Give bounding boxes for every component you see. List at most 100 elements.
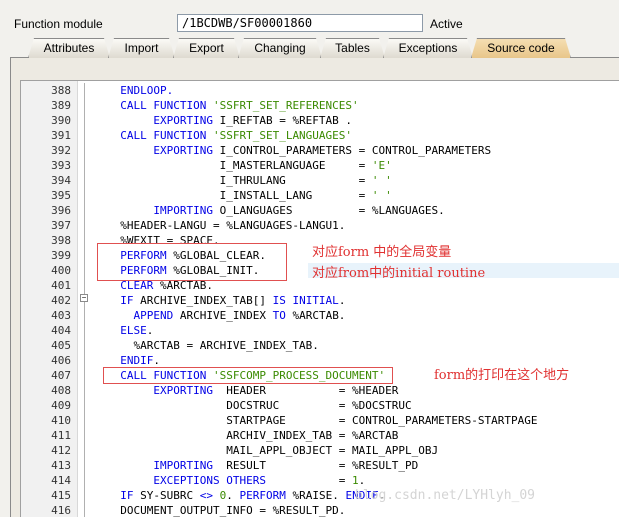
keyword-token: ELSE [107, 324, 147, 337]
code-line[interactable]: 411 ARCHIV_INDEX_TAB = %ARCTAB [21, 428, 619, 443]
code-token: I_REFTAB = %REFTAB . [219, 114, 353, 127]
string-token: 'SSFRT_SET_LANGUAGES' [212, 129, 353, 142]
line-number: 408 [51, 384, 71, 397]
keyword-token: IMPORTING [107, 459, 227, 472]
line-number: 396 [51, 204, 71, 217]
code-token: I_MASTERLANGUAGE = [107, 159, 372, 172]
code-line[interactable]: 393 I_MASTERLANGUAGE = 'E' [21, 158, 619, 173]
line-number: 395 [51, 189, 71, 202]
keyword-token: EXPORTING [107, 144, 220, 157]
code-line[interactable]: 408 EXPORTING HEADER = %HEADER [21, 383, 619, 398]
status-text: Active [430, 17, 463, 31]
keyword-token: IF [107, 294, 141, 307]
line-number: 402 [51, 294, 71, 307]
code-text: ARCHIV_INDEX_TAB = %ARCTAB [107, 428, 398, 443]
function-module-field[interactable]: /1BCDWB/SF00001860 [177, 14, 423, 32]
code-line[interactable]: 394 I_THRULANG = ' ' [21, 173, 619, 188]
code-token: I_INSTALL_LANG = [107, 189, 372, 202]
keyword-token: CALL FUNCTION [107, 99, 213, 112]
code-line[interactable]: 412 MAIL_APPL_OBJECT = MAIL_APPL_OBJ [21, 443, 619, 458]
line-number: 403 [51, 309, 71, 322]
code-text: ENDLOOP. [107, 83, 173, 98]
code-line[interactable]: 414 EXCEPTIONS OTHERS = 1. [21, 473, 619, 488]
code-token: I_CONTROL_PARAMETERS = CONTROL_PARAMETER… [219, 144, 492, 157]
code-text: I_MASTERLANGUAGE = 'E' [107, 158, 392, 173]
line-number: 414 [51, 474, 71, 487]
code-token: SY-SUBRC [140, 489, 200, 502]
source-code-editor[interactable]: − 388 ENDLOOP. 389 CALL FUNCTION 'SSFRT_S… [20, 80, 619, 517]
code-token: ARCHIVE_INDEX [179, 309, 273, 322]
line-number: 415 [51, 489, 71, 502]
code-line[interactable]: 392 EXPORTING I_CONTROL_PARAMETERS = CON… [21, 143, 619, 158]
code-line[interactable]: 404 ELSE. [21, 323, 619, 338]
code-text: DOCSTRUC = %DOCSTRUC [107, 398, 412, 413]
code-token: ARCHIVE_INDEX_TAB[] [140, 294, 273, 307]
code-line[interactable]: 403 APPEND ARCHIVE_INDEX TO %ARCTAB. [21, 308, 619, 323]
line-number: 404 [51, 324, 71, 337]
keyword-token: APPEND [107, 309, 180, 322]
watermark: blog.csdn.net/LYHlyh_09 [355, 488, 536, 503]
code-token: HEADER = %HEADER [226, 384, 399, 397]
tab-attributes[interactable]: Attributes [28, 38, 110, 58]
keyword-token: TO [272, 309, 293, 322]
keyword-token: PERFORM [239, 489, 293, 502]
tab-tables[interactable]: Tables [320, 38, 385, 58]
code-text: IF ARCHIVE_INDEX_TAB[] IS INITIAL. [107, 293, 345, 308]
tab-exceptions[interactable]: Exceptions [383, 38, 473, 58]
code-token: DOCUMENT_OUTPUT_INFO = %RESULT_PD. [107, 504, 346, 517]
code-line[interactable]: 409 DOCSTRUC = %DOCSTRUC [21, 398, 619, 413]
code-line[interactable]: 416 DOCUMENT_OUTPUT_INFO = %RESULT_PD. [21, 503, 619, 517]
code-line[interactable]: 390 EXPORTING I_REFTAB = %REFTAB . [21, 113, 619, 128]
code-line[interactable]: 389 CALL FUNCTION 'SSFRT_SET_REFERENCES' [21, 98, 619, 113]
keyword-token: <> [199, 489, 220, 502]
line-number: 390 [51, 114, 71, 127]
line-number: 398 [51, 234, 71, 247]
code-line[interactable]: 396 IMPORTING O_LANGUAGES = %LANGUAGES. [21, 203, 619, 218]
code-line[interactable]: 391 CALL FUNCTION 'SSFRT_SET_LANGUAGES' [21, 128, 619, 143]
annotation-print-here: form的打印在这个地方 [434, 368, 570, 383]
line-number: 405 [51, 339, 71, 352]
code-token: . [338, 294, 346, 307]
code-token: O_LANGUAGES = %LANGUAGES. [219, 204, 445, 217]
keyword-token: ENDLOOP. [107, 84, 174, 97]
code-text: MAIL_APPL_OBJECT = MAIL_APPL_OBJ [107, 443, 438, 458]
code-token: ARCHIV_INDEX_TAB = %ARCTAB [107, 429, 399, 442]
line-number: 409 [51, 399, 71, 412]
code-text: IMPORTING RESULT = %RESULT_PD [107, 458, 418, 473]
code-text: %HEADER-LANGU = %LANGUAGES-LANGU1. [107, 218, 345, 233]
code-token: STARTPAGE = CONTROL_PARAMETERS-STARTPAGE [107, 414, 538, 427]
code-line[interactable]: 397 %HEADER-LANGU = %LANGUAGES-LANGU1. [21, 218, 619, 233]
code-text: ENDIF. [107, 353, 160, 368]
string-token: 'SSFRT_SET_REFERENCES' [212, 99, 359, 112]
code-line[interactable]: 405 %ARCTAB = ARCHIVE_INDEX_TAB. [21, 338, 619, 353]
code-line[interactable]: 388 ENDLOOP. [21, 83, 619, 98]
line-number: 394 [51, 174, 71, 187]
code-token: . [153, 354, 160, 367]
code-line[interactable]: 413 IMPORTING RESULT = %RESULT_PD [21, 458, 619, 473]
keyword-token: CALL FUNCTION [107, 129, 213, 142]
line-number: 400 [51, 264, 71, 277]
line-number: 392 [51, 144, 71, 157]
code-text: EXPORTING I_REFTAB = %REFTAB . [107, 113, 352, 128]
code-text: DOCUMENT_OUTPUT_INFO = %RESULT_PD. [107, 503, 345, 517]
tab-source-code[interactable]: Source code [471, 38, 571, 58]
code-token: . [226, 489, 240, 502]
code-token: = [338, 474, 353, 487]
code-text: %ARCTAB = ARCHIVE_INDEX_TAB. [107, 338, 318, 353]
line-number: 407 [51, 369, 71, 382]
code-text: EXPORTING I_CONTROL_PARAMETERS = CONTROL… [107, 143, 491, 158]
code-line[interactable]: 402 IF ARCHIVE_INDEX_TAB[] IS INITIAL. [21, 293, 619, 308]
function-module-label: Function module [14, 17, 103, 31]
line-number: 399 [51, 249, 71, 262]
tab-import[interactable]: Import [108, 38, 175, 58]
code-text: CALL FUNCTION 'SSFRT_SET_LANGUAGES' [107, 128, 352, 143]
line-number: 410 [51, 414, 71, 427]
keyword-token: EXPORTING [107, 384, 227, 397]
line-number: 412 [51, 444, 71, 457]
tab-export[interactable]: Export [173, 38, 240, 58]
code-line[interactable]: 395 I_INSTALL_LANG = ' ' [21, 188, 619, 203]
tab-changing[interactable]: Changing [238, 38, 322, 58]
line-number: 397 [51, 219, 71, 232]
code-line[interactable]: 410 STARTPAGE = CONTROL_PARAMETERS-START… [21, 413, 619, 428]
code-token: DOCSTRUC = %DOCSTRUC [107, 399, 412, 412]
